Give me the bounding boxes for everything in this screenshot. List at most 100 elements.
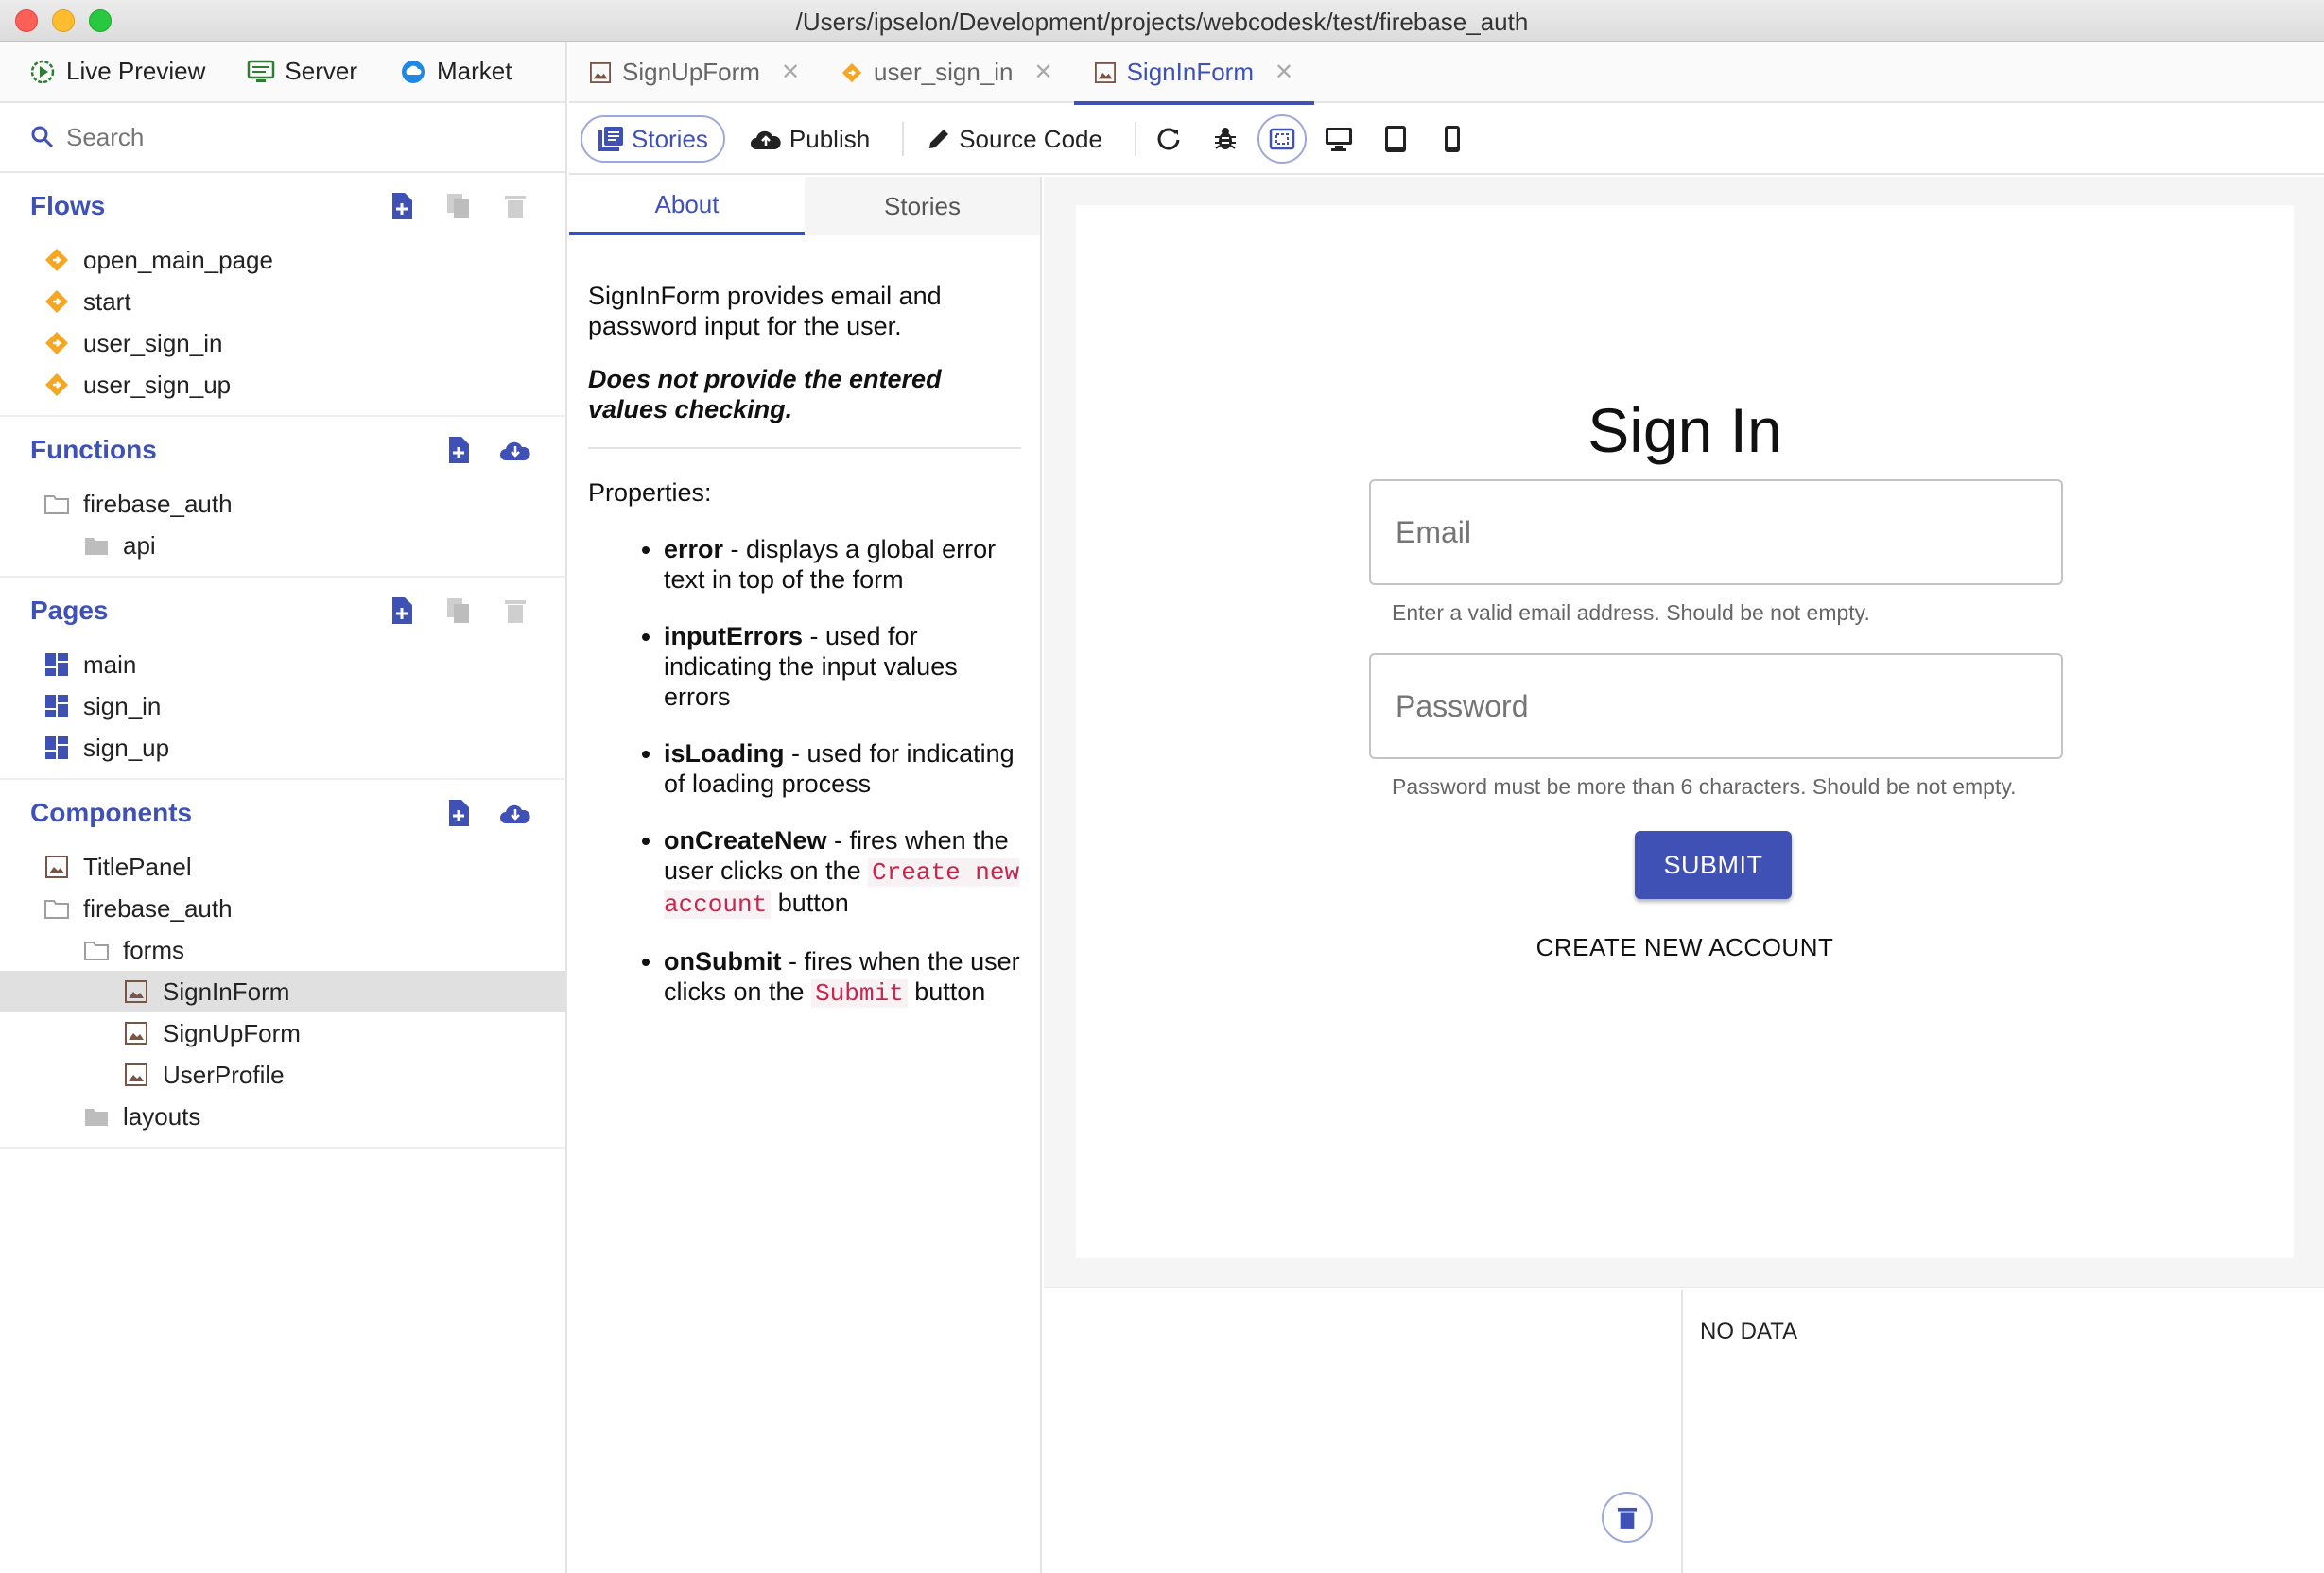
source-code-button[interactable]: Source Code [911,115,1118,163]
new-file-icon [449,800,469,826]
docs-content: SignInForm provides email and password i… [569,235,1040,1009]
phone-icon [1444,126,1460,152]
tab-signupform[interactable]: SignUpForm ✕ [569,42,821,103]
tab-user-sign-in[interactable]: user_sign_in ✕ [821,42,1074,103]
property-item: error - displays a global error text in … [664,534,1021,595]
download-component-button[interactable] [499,797,531,829]
component-image-icon [1094,61,1116,83]
search-icon [31,126,54,148]
pages-title: Pages [30,596,109,625]
docs-divider [588,447,1021,449]
properties-list: error - displays a global error text in … [588,534,1021,1009]
no-data-label: NO DATA [1700,1319,1798,1344]
folder-item[interactable]: firebase_auth [0,888,565,929]
server-button[interactable]: Server [247,57,357,86]
tab-stories[interactable]: Stories [805,177,1040,235]
page-item[interactable]: sign_in [0,685,565,727]
refresh-button[interactable] [1144,114,1193,164]
download-function-button[interactable] [499,434,531,466]
property-item: isLoading - used for indicating of loadi… [664,738,1021,799]
component-item[interactable]: UserProfile [0,1054,565,1096]
add-function-button[interactable] [442,434,475,466]
delete-page-button[interactable] [499,595,531,627]
window-title: /Users/ipselon/Development/projects/webc… [795,8,1529,36]
page-item[interactable]: sign_up [0,727,565,769]
events-panel [1044,1290,1683,1573]
play-circle-icon [28,58,57,86]
copy-icon [447,598,469,623]
folder-item[interactable]: api [0,525,565,566]
add-flow-button[interactable] [386,190,418,222]
delete-flow-button[interactable] [499,190,531,222]
flow-item[interactable]: open_main_page [0,239,565,281]
functions-section: Functions firebase_auth api [0,417,565,578]
refresh-icon [1157,128,1180,150]
flow-diamond-icon [841,62,862,83]
folder-icon [83,1103,110,1130]
cloud-upload-icon [750,127,782,151]
publish-button[interactable]: Publish [735,115,885,163]
flow-diamond-icon [43,372,70,398]
cloud-download-icon [500,804,530,823]
flow-item[interactable]: start [0,281,565,322]
stories-button[interactable]: Stories [581,115,725,163]
folder-item[interactable]: forms [0,929,565,971]
password-helper-text: Password must be more than 6 characters.… [1392,774,2017,799]
flow-item[interactable]: user_sign_up [0,364,565,406]
docs-tabs: About Stories [569,177,1040,235]
component-preview: Sign In Enter a valid email address. Sho… [1044,177,2324,1288]
password-field [1369,653,2063,759]
mobile-view-button[interactable] [1428,114,1477,164]
signin-form-card: Sign In Enter a valid email address. Sho… [1076,205,2294,1258]
pencil-icon [927,127,951,151]
components-title: Components [30,798,193,827]
component-image-icon [590,61,611,83]
flow-diamond-icon [43,247,70,273]
clear-log-button[interactable] [1602,1492,1653,1543]
live-preview-button[interactable]: Live Preview [28,57,205,86]
add-page-button[interactable] [386,595,418,627]
market-label: Market [436,57,512,85]
email-input[interactable] [1371,481,2061,583]
monitor-icon [247,58,275,86]
submit-button[interactable]: SUBMIT [1635,831,1792,899]
cloud-circle-icon [399,58,427,86]
folder-outline-icon [43,895,70,922]
market-button[interactable]: Market [399,57,512,86]
password-input[interactable] [1371,655,2061,757]
debug-button[interactable] [1201,114,1250,164]
component-item[interactable]: TitlePanel [0,846,565,888]
tab-about[interactable]: About [569,177,805,235]
editor-tabs: SignUpForm ✕ user_sign_in ✕ SignInForm ✕ [569,42,2324,105]
close-icon[interactable]: ✕ [1275,59,1293,86]
docs-panel: About Stories SignInForm provides email … [569,177,1042,1573]
tab-signinform[interactable]: SignInForm ✕ [1073,42,1315,105]
component-item-selected[interactable]: SignInForm [0,971,565,1012]
flow-diamond-icon [43,288,70,315]
window-titlebar: /Users/ipselon/Development/projects/webc… [0,0,2324,42]
component-item[interactable]: SignUpForm [0,1012,565,1054]
component-image-icon [43,854,70,880]
tablet-icon [1384,126,1406,152]
components-section: Components TitlePanel firebase_auth form… [0,780,565,1149]
copy-flow-button[interactable] [442,190,475,222]
fit-screen-button[interactable] [1257,114,1307,164]
add-component-button[interactable] [442,797,475,829]
fit-screen-icon [1269,128,1295,150]
desktop-view-button[interactable] [1314,114,1363,164]
docs-note: Does not provide the entered values chec… [588,365,942,424]
close-icon[interactable]: ✕ [781,59,800,86]
folder-outline-icon [83,937,110,963]
page-item[interactable]: main [0,644,565,685]
folder-item[interactable]: firebase_auth [0,483,565,525]
desktop-icon [1325,128,1352,151]
functions-title: Functions [30,435,157,464]
search-input[interactable] [66,122,444,152]
create-new-account-button[interactable]: CREATE NEW ACCOUNT [1076,933,2294,962]
close-icon[interactable]: ✕ [1033,59,1052,86]
folder-item[interactable]: layouts [0,1096,565,1137]
flow-diamond-icon [43,330,70,356]
flow-item[interactable]: user_sign_in [0,322,565,364]
tablet-view-button[interactable] [1371,114,1420,164]
copy-page-button[interactable] [442,595,475,627]
